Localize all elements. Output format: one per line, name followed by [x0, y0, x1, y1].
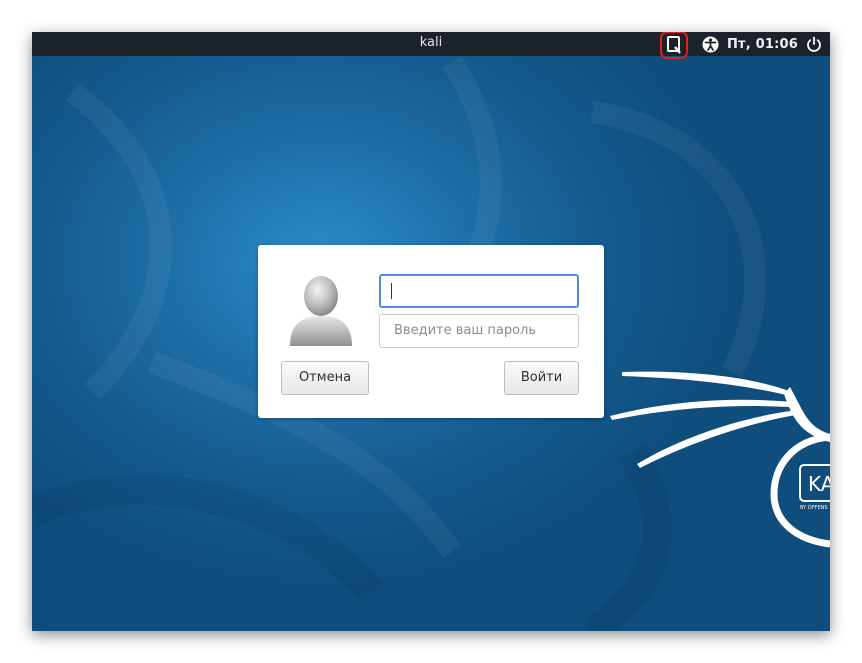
username-input[interactable]	[379, 274, 579, 308]
keyboard-layout-icon	[666, 36, 681, 54]
top-panel: kali Пт, 01:06	[32, 32, 830, 59]
panel-indicators: Пт, 01:06	[659, 32, 822, 59]
svg-text:KA: KA	[808, 472, 830, 496]
accessibility-icon[interactable]	[702, 36, 719, 53]
desktop: KA BY OFFENS kali Пт, 01:06 Введите ваш …	[32, 32, 830, 631]
login-button[interactable]: Войти	[504, 361, 579, 395]
password-input[interactable]: Введите ваш пароль	[379, 314, 579, 348]
password-placeholder: Введите ваш пароль	[394, 323, 537, 338]
power-icon[interactable]	[806, 36, 822, 52]
clock[interactable]: Пт, 01:06	[727, 37, 798, 52]
keyboard-layout-indicator[interactable]	[659, 32, 688, 59]
user-avatar-icon	[290, 276, 352, 346]
cancel-button[interactable]: Отмена	[281, 361, 369, 395]
login-dialog: Введите ваш пароль Отмена Войти	[258, 245, 604, 418]
text-cursor	[391, 282, 392, 299]
svg-text:BY OFFENS: BY OFFENS	[800, 505, 828, 511]
